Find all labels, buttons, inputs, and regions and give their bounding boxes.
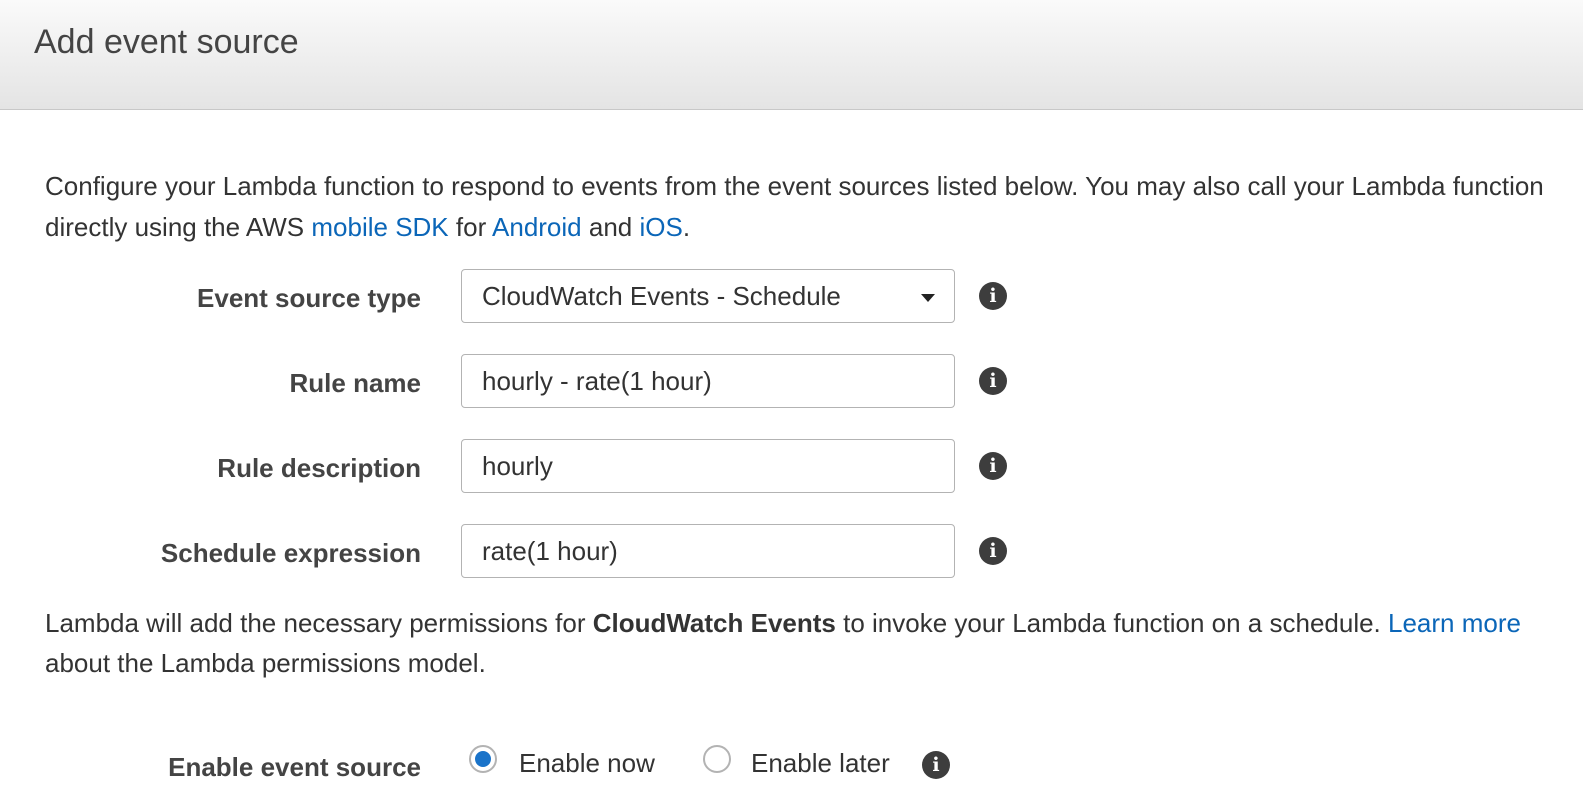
- info-icon[interactable]: i: [979, 452, 1007, 480]
- page-title: Add event source: [34, 23, 299, 61]
- intro-text-part: Configure your Lambda function to respon…: [45, 171, 1544, 242]
- event-source-type-row: Event source type CloudWatch Events - Sc…: [0, 269, 1583, 325]
- rule-name-input[interactable]: hourly - rate(1 hour): [461, 354, 955, 408]
- learn-more-link[interactable]: Learn more: [1388, 608, 1521, 638]
- info-icon[interactable]: i: [979, 367, 1007, 395]
- intro-text-part: and: [581, 212, 640, 242]
- permissions-text-part: Lambda will add the necessary permission…: [45, 608, 593, 638]
- enable-event-source-label: Enable event source: [168, 752, 421, 782]
- rule-description-row: Rule description hourly i: [0, 439, 1583, 495]
- enable-now-label[interactable]: Enable now: [519, 748, 655, 779]
- rule-name-label: Rule name: [289, 368, 422, 398]
- info-icon[interactable]: i: [922, 751, 950, 779]
- schedule-expression-label: Schedule expression: [160, 538, 421, 568]
- intro-text-part: for: [448, 212, 493, 242]
- permissions-text-part: about the Lambda permissions model.: [45, 648, 486, 678]
- info-icon[interactable]: i: [979, 537, 1007, 565]
- info-icon[interactable]: i: [979, 282, 1007, 310]
- event-source-type-value: CloudWatch Events - Schedule: [482, 281, 841, 311]
- event-source-type-label: Event source type: [197, 283, 421, 313]
- chevron-down-icon: [921, 294, 935, 302]
- schedule-expression-input[interactable]: rate(1 hour): [461, 524, 955, 578]
- ios-link[interactable]: iOS: [639, 212, 682, 242]
- permissions-text: Lambda will add the necessary permission…: [45, 603, 1575, 683]
- enable-later-radio[interactable]: [703, 745, 731, 773]
- intro-text-part: .: [682, 212, 691, 242]
- enable-now-radio[interactable]: [469, 745, 497, 773]
- enable-later-label[interactable]: Enable later: [751, 748, 890, 779]
- android-link[interactable]: Android: [492, 212, 582, 242]
- intro-text: Configure your Lambda function to respon…: [45, 166, 1575, 248]
- enable-event-source-row: Enable event source Enable now Enable la…: [0, 740, 1583, 796]
- rule-description-input[interactable]: hourly: [461, 439, 955, 493]
- permissions-service-name: CloudWatch Events: [592, 608, 836, 638]
- permissions-text-part: to invoke your Lambda function on a sche…: [835, 608, 1389, 638]
- schedule-expression-row: Schedule expression rate(1 hour) i: [0, 524, 1583, 580]
- rule-description-label: Rule description: [217, 453, 421, 483]
- mobile-sdk-link[interactable]: mobile SDK: [311, 212, 448, 242]
- page-header: Add event source: [0, 0, 1583, 110]
- event-source-type-select[interactable]: CloudWatch Events - Schedule: [461, 269, 955, 323]
- rule-name-row: Rule name hourly - rate(1 hour) i: [0, 354, 1583, 410]
